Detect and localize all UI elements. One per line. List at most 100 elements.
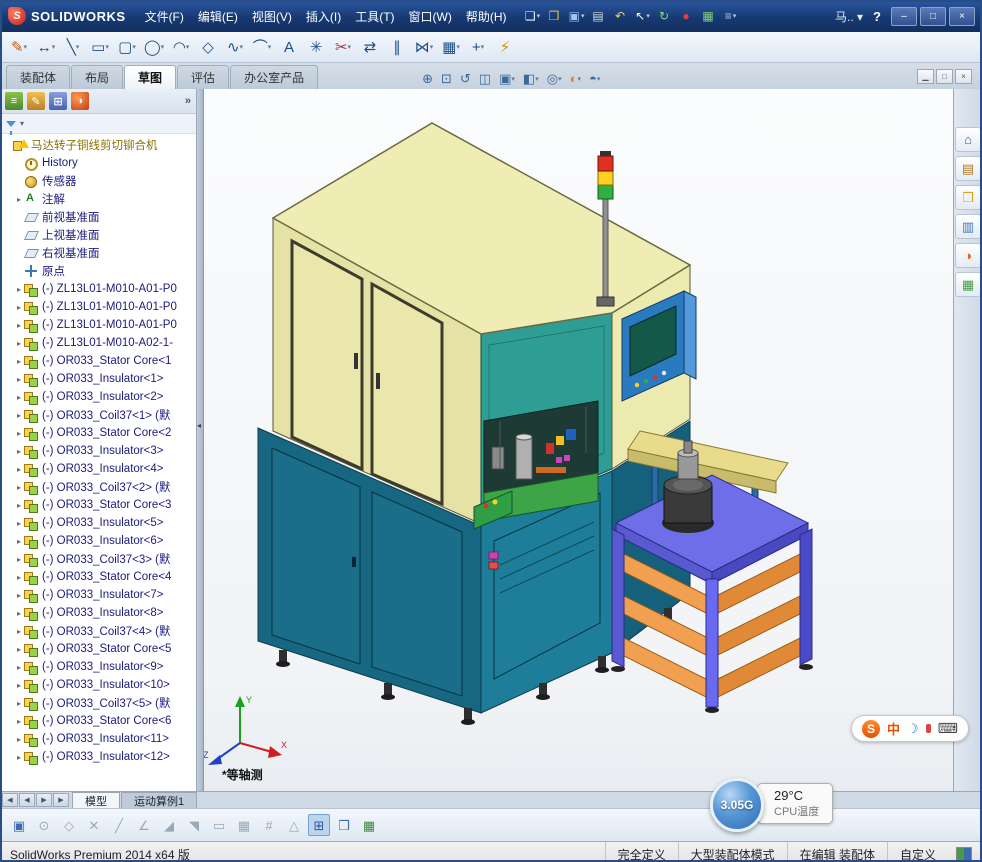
tree-item[interactable]: ▸ (-) OR033_Stator Core<4 bbox=[0, 568, 196, 586]
list-icon[interactable]: ≡ ▾ bbox=[720, 6, 742, 26]
tree-item[interactable]: ▸ 注解 bbox=[0, 190, 196, 208]
expand-arrow-icon[interactable]: ▸ bbox=[14, 429, 24, 438]
expand-arrow-icon[interactable]: ▸ bbox=[14, 753, 24, 762]
status-large-assembly-mode[interactable]: 大型装配体模式 bbox=[677, 842, 787, 862]
tab-evaluate[interactable]: 评估 bbox=[177, 65, 230, 89]
expand-arrow-icon[interactable]: ▸ bbox=[14, 735, 24, 744]
arc-icon[interactable]: ◠ ▾ bbox=[168, 34, 194, 60]
tree-item[interactable]: ▸ (-) OR033_Insulator<5> bbox=[0, 514, 196, 532]
previous-view-icon[interactable]: ↺ bbox=[457, 71, 474, 86]
tree-item[interactable]: ▸ (-) OR033_Stator Core<5 bbox=[0, 640, 196, 658]
slot-icon[interactable]: ▢ ▾ bbox=[114, 34, 140, 60]
view-orientation-icon[interactable]: ▣ ▾ bbox=[496, 71, 518, 86]
polygon-snap-icon[interactable]: ◇ bbox=[58, 814, 80, 836]
menu-insert[interactable]: 插入(I) bbox=[299, 6, 348, 27]
expand-arrow-icon[interactable]: ▸ bbox=[14, 555, 24, 564]
offset-icon[interactable]: ∥ bbox=[384, 34, 410, 60]
tree-item[interactable]: 前视基准面 bbox=[0, 208, 196, 226]
angle-snap-icon[interactable]: ∠ bbox=[133, 814, 155, 836]
expand-arrow-icon[interactable]: ▸ bbox=[14, 303, 24, 312]
expand-arrow-icon[interactable]: ▸ bbox=[14, 285, 24, 294]
tree-item[interactable]: ▸ (-) ZL13L01-M010-A02-1- bbox=[0, 334, 196, 352]
tangent-snap-icon[interactable]: ◢ bbox=[158, 814, 180, 836]
rebuild-icon[interactable]: ↻ bbox=[654, 6, 676, 26]
sogou-logo-icon[interactable]: S bbox=[862, 719, 880, 738]
tree-item[interactable]: ▸ (-) ZL13L01-M010-A01-P0 bbox=[0, 298, 196, 316]
filter-dropdown-icon[interactable]: ▾ bbox=[20, 119, 24, 128]
cpu-gauge[interactable]: 3.05G bbox=[710, 778, 764, 832]
tree-item[interactable]: ▸ (-) OR033_Insulator<9> bbox=[0, 658, 196, 676]
tab-scroll-first[interactable]: ◀ bbox=[2, 793, 18, 807]
tab-model[interactable]: 模型 bbox=[72, 792, 120, 808]
tree-item[interactable]: ▸ (-) OR033_Stator Core<1 bbox=[0, 352, 196, 370]
tab-scroll-last[interactable]: ▶ bbox=[53, 793, 69, 807]
expand-arrow-icon[interactable]: ▸ bbox=[14, 717, 24, 726]
move-icon[interactable]: + ▾ bbox=[465, 34, 491, 60]
viewport-layout-icon[interactable]: ❒ bbox=[333, 814, 355, 836]
status-options-icon[interactable] bbox=[956, 847, 972, 861]
rectangle-icon[interactable]: ▭ ▾ bbox=[87, 34, 113, 60]
circle-snap-icon[interactable]: ⊙ bbox=[33, 814, 55, 836]
polygon-icon[interactable]: ◇ bbox=[195, 34, 221, 60]
spline-icon[interactable]: ∿ ▾ bbox=[222, 34, 248, 60]
sketch-settings-icon[interactable]: ▣ bbox=[8, 814, 30, 836]
new-document-icon[interactable]: ❏ ▾ bbox=[522, 6, 544, 26]
menu-file[interactable]: 文件(F) bbox=[138, 6, 191, 27]
expand-arrow-icon[interactable]: ▸ bbox=[14, 537, 24, 546]
expand-arrow-icon[interactable]: ▸ bbox=[14, 357, 24, 366]
taskpane-resources-icon[interactable]: ⌂ bbox=[955, 127, 981, 152]
select-icon[interactable]: ↖ ▾ bbox=[632, 6, 654, 26]
mirror-icon[interactable]: ⋈ ▾ bbox=[411, 34, 437, 60]
tree-item[interactable]: ▸ (-) OR033_Coil37<2> (默 bbox=[0, 478, 196, 496]
expand-arrow-icon[interactable]: ▸ bbox=[14, 321, 24, 330]
tree-item[interactable]: ▸ (-) OR033_Coil37<4> (默 bbox=[0, 622, 196, 640]
undo-icon[interactable]: ↶ bbox=[610, 6, 632, 26]
tree-item[interactable]: ▸ (-) OR033_Insulator<7> bbox=[0, 586, 196, 604]
trim-icon[interactable]: ✂ ▾ bbox=[330, 34, 356, 60]
display-style-icon[interactable]: ◧ ▾ bbox=[520, 71, 542, 86]
tree-item[interactable]: ▸ (-) OR033_Insulator<10> bbox=[0, 676, 196, 694]
text-icon[interactable]: A bbox=[276, 34, 302, 60]
open-document-icon[interactable]: ❒ bbox=[544, 6, 566, 26]
point-icon[interactable]: ✳ bbox=[303, 34, 329, 60]
expand-arrow-icon[interactable]: ▸ bbox=[14, 609, 24, 618]
taskpane-appearances-icon[interactable]: ◑ bbox=[955, 243, 981, 268]
help-icon[interactable]: ? bbox=[873, 9, 881, 24]
tree-item[interactable]: ▸ (-) OR033_Insulator<11> bbox=[0, 730, 196, 748]
tree-item[interactable]: 马达转子铜线剪切铆合机 bbox=[0, 136, 196, 154]
sheet-icon[interactable]: ▦ bbox=[698, 6, 720, 26]
taskpane-design-library-icon[interactable]: ▤ bbox=[955, 156, 981, 181]
feature-manager-tab-icon[interactable]: ≡ bbox=[5, 92, 23, 110]
maximize-button[interactable]: □ bbox=[920, 6, 946, 26]
line-snap-icon[interactable]: ╱ bbox=[108, 814, 130, 836]
tab-office-products[interactable]: 办公室产品 bbox=[230, 65, 319, 89]
pattern-icon[interactable]: ▦ ▾ bbox=[438, 34, 464, 60]
table-icon[interactable]: ▦ bbox=[358, 814, 380, 836]
save-icon[interactable]: ▣ ▾ bbox=[566, 6, 588, 26]
expand-arrow-icon[interactable]: ▸ bbox=[14, 447, 24, 456]
convert-entities-icon[interactable]: ⇄ bbox=[357, 34, 383, 60]
tree-item[interactable]: ▸ (-) OR033_Insulator<3> bbox=[0, 442, 196, 460]
expand-arrow-icon[interactable]: ▸ bbox=[14, 411, 24, 420]
panel-overflow-chevron[interactable]: » bbox=[185, 95, 191, 107]
triangle-snap-icon[interactable]: △ bbox=[283, 814, 305, 836]
zoom-fit-small-icon[interactable]: ⊞ bbox=[308, 814, 330, 836]
instant3d-icon[interactable]: ⚡ bbox=[492, 34, 518, 60]
expand-arrow-icon[interactable]: ▸ bbox=[14, 393, 24, 402]
tree-item[interactable]: ▸ (-) OR033_Stator Core<6 bbox=[0, 712, 196, 730]
taskpane-view-palette-icon[interactable]: ▥ bbox=[955, 214, 981, 239]
tree-item[interactable]: History bbox=[0, 154, 196, 172]
tree-item[interactable]: 传感器 bbox=[0, 172, 196, 190]
tree-item[interactable]: ▸ (-) OR033_Coil37<5> (默 bbox=[0, 694, 196, 712]
property-manager-tab-icon[interactable]: ✎ bbox=[27, 92, 45, 110]
menu-tools[interactable]: 工具(T) bbox=[348, 6, 401, 27]
expand-arrow-icon[interactable]: ▸ bbox=[14, 501, 24, 510]
panel-splitter[interactable] bbox=[197, 89, 204, 791]
tab-sketch[interactable]: 草图 bbox=[124, 65, 177, 89]
status-editing-assembly[interactable]: 在编辑 装配体 bbox=[786, 842, 887, 862]
tree-item[interactable]: ▸ (-) ZL13L01-M010-A01-P0 bbox=[0, 316, 196, 334]
filter-icon[interactable] bbox=[6, 120, 16, 135]
taskpane-file-explorer-icon[interactable]: ❒ bbox=[955, 185, 981, 210]
expand-arrow-icon[interactable]: ▸ bbox=[14, 465, 24, 474]
doc-minimize-icon[interactable]: ▁ bbox=[917, 69, 934, 84]
